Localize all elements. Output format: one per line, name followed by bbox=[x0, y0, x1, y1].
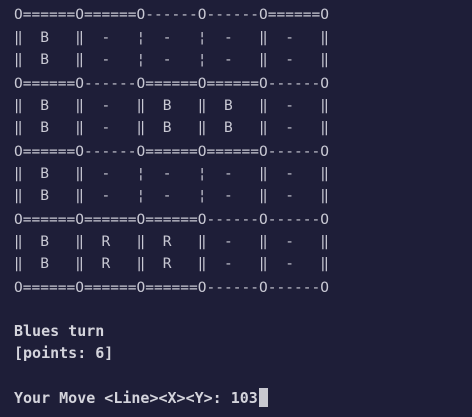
board-row: O======O------O======O======O------O bbox=[14, 144, 329, 160]
text-cursor bbox=[258, 388, 268, 407]
board-row: ‖ B ‖ - ¦ - ¦ - ‖ - ‖ bbox=[14, 166, 329, 182]
board-row: ‖ B ‖ - ¦ - ¦ - ‖ - ‖ bbox=[14, 188, 329, 204]
board-row: ‖ B ‖ R ‖ R ‖ - ‖ - ‖ bbox=[14, 234, 329, 250]
move-prompt-line[interactable]: Your Move <Line><X><Y>: 103 bbox=[14, 388, 268, 407]
board-row: O======O======O------O------O======O bbox=[14, 7, 329, 23]
move-input[interactable]: 103 bbox=[231, 389, 258, 407]
move-prompt-label: Your Move <Line><X><Y>: bbox=[14, 388, 231, 407]
board-row: ‖ B ‖ - ‖ B ‖ B ‖ - ‖ bbox=[14, 120, 329, 136]
board-row: ‖ B ‖ - ‖ B ‖ B ‖ - ‖ bbox=[14, 98, 329, 114]
board-row: ‖ B ‖ - ¦ - ¦ - ‖ - ‖ bbox=[14, 30, 329, 46]
terminal-window: O======O======O------O------O======O ‖ B… bbox=[0, 0, 472, 417]
board-row: O======O======O======O------O------O bbox=[14, 280, 329, 296]
board-row: O======O======O======O------O------O bbox=[14, 212, 329, 228]
points-display: [points: 6] bbox=[14, 344, 114, 362]
board-row: ‖ B ‖ - ¦ - ¦ - ‖ - ‖ bbox=[14, 52, 329, 68]
board-row: O======O------O======O======O------O bbox=[14, 76, 329, 92]
turn-indicator: Blues turn bbox=[14, 322, 105, 340]
board-row: ‖ B ‖ R ‖ R ‖ - ‖ - ‖ bbox=[14, 256, 329, 272]
